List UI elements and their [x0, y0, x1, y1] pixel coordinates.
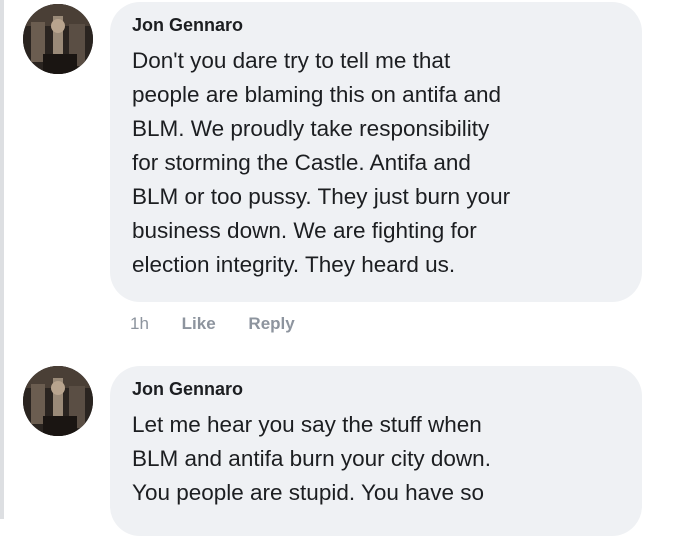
comment-bubble: Jon Gennaro Let me hear you say the stuf…	[110, 366, 642, 536]
avatar-photo-icon	[23, 366, 93, 436]
comment-actions: 1h Like Reply	[130, 314, 323, 334]
like-button[interactable]: Like	[182, 314, 216, 333]
comment-timestamp[interactable]: 1h	[130, 314, 149, 333]
commenter-avatar[interactable]	[23, 366, 93, 436]
comment-text: Let me hear you say the stuff when BLM a…	[132, 412, 491, 505]
avatar-photo-icon	[23, 4, 93, 74]
comment-bubble: Jon Gennaro Don't you dare try to tell m…	[110, 2, 642, 302]
left-divider	[0, 0, 4, 519]
reply-button[interactable]: Reply	[248, 314, 294, 333]
comment-author[interactable]: Jon Gennaro	[132, 378, 620, 400]
comment-author[interactable]: Jon Gennaro	[132, 14, 620, 36]
commenter-avatar[interactable]	[23, 4, 93, 74]
comment-text: Don't you dare try to tell me that peopl…	[132, 48, 511, 277]
